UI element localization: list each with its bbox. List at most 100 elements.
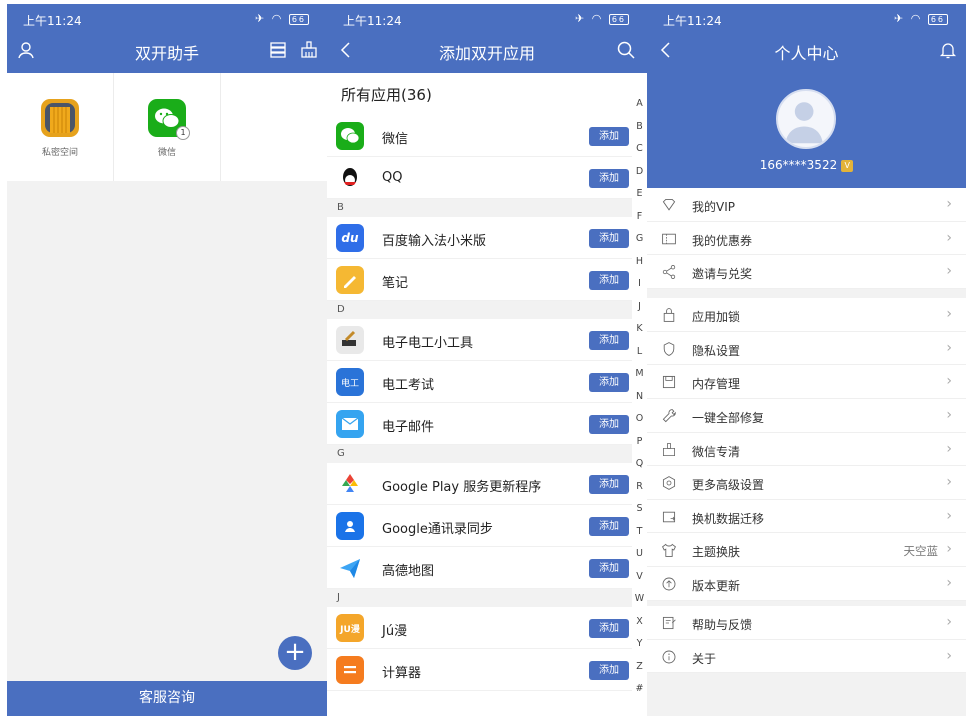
personal-center-screen: 上午11:24 ✈ ◠ 66 个人中心 166****3522 V 我的VIP › 我… — [647, 4, 966, 716]
menu-item[interactable]: 邀请与兑奖 › — [647, 255, 966, 290]
menu-item[interactable]: 我的VIP › — [647, 188, 966, 222]
chevron-right-icon: › — [946, 614, 952, 630]
app-list-item[interactable]: Google Play 服务更新程序 添加 — [327, 463, 632, 505]
alphabet-letter[interactable]: H — [632, 251, 647, 274]
clean-broom-icon[interactable] — [298, 39, 320, 61]
google-play-icon — [336, 470, 364, 498]
add-button[interactable]: 添加 — [589, 169, 629, 188]
app-list-item[interactable]: 电子电工小工具 添加 — [327, 319, 632, 361]
menu-label: 关于 — [692, 651, 717, 666]
app-private-space[interactable]: 私密空间 — [7, 73, 114, 181]
alphabet-letter[interactable]: G — [632, 228, 647, 251]
lock-icon — [659, 305, 679, 325]
menu-label: 主题换肤 — [692, 545, 741, 560]
chevron-right-icon: › — [946, 373, 952, 390]
notification-badge: 1 — [176, 126, 190, 140]
menu-item[interactable]: 换机数据迁移 › — [647, 500, 966, 534]
alphabet-letter[interactable]: P — [632, 431, 647, 454]
chevron-right-icon: › — [946, 575, 952, 592]
header-bar: 上午11:24 ✈ ◠ 66 个人中心 — [647, 4, 966, 73]
battery-icon: 66 — [927, 13, 948, 25]
add-button[interactable]: 添加 — [589, 331, 629, 350]
add-button[interactable]: 添加 — [589, 619, 629, 638]
alphabet-letter[interactable]: R — [632, 476, 647, 499]
alphabet-letter[interactable]: E — [632, 183, 647, 206]
menu-item[interactable]: 应用加锁 › — [647, 298, 966, 332]
add-button[interactable]: 添加 — [589, 373, 629, 392]
app-list-item[interactable]: 笔记 添加 — [327, 259, 632, 301]
menu-item[interactable]: 隐私设置 › — [647, 332, 966, 366]
menu-item[interactable]: 更多高级设置 › — [647, 466, 966, 500]
add-button[interactable]: 添加 — [589, 271, 629, 290]
alphabet-letter[interactable]: # — [632, 678, 647, 701]
menu-item[interactable]: 微信专清 › — [647, 433, 966, 467]
alphabet-letter[interactable]: Q — [632, 453, 647, 476]
alphabet-letter[interactable]: N — [632, 386, 647, 409]
app-wechat[interactable]: 1 微信 — [114, 73, 221, 181]
vip-diamond-icon — [659, 195, 679, 215]
contacts-icon — [336, 512, 364, 540]
alphabet-letter[interactable]: Y — [632, 633, 647, 656]
menu-label: 我的优惠券 — [692, 233, 753, 248]
add-button[interactable]: 添加 — [589, 661, 629, 680]
add-button[interactable]: 添加 — [589, 127, 629, 146]
menu-item[interactable]: 版本更新 › — [647, 567, 966, 601]
alphabet-letter[interactable]: X — [632, 611, 647, 634]
app-list-item[interactable]: JU漫 Jú漫 添加 — [327, 607, 632, 649]
alphabet-letter[interactable]: S — [632, 498, 647, 521]
alphabet-letter[interactable]: D — [632, 161, 647, 184]
alphabet-index[interactable]: A B C D E F G H I J K L M N O P Q R S T U V W X Y Z # — [632, 93, 647, 701]
app-name: Jú漫 — [382, 624, 408, 639]
page-title: 添加双开应用 — [438, 44, 535, 63]
app-list-item[interactable]: 电子邮件 添加 — [327, 403, 632, 445]
menu-item[interactable]: 关于 › — [647, 640, 966, 674]
app-list-item[interactable]: 电工 电工考试 添加 — [327, 361, 632, 403]
alphabet-letter[interactable]: T — [632, 521, 647, 544]
tools-icon — [336, 326, 364, 354]
add-app-fab[interactable]: + — [278, 636, 312, 670]
alphabet-letter[interactable]: K — [632, 318, 647, 341]
app-name: 笔记 — [382, 276, 409, 291]
app-list-item[interactable]: 高德地图 添加 — [327, 547, 632, 589]
add-button[interactable]: 添加 — [589, 415, 629, 434]
add-button[interactable]: 添加 — [589, 229, 629, 248]
chevron-right-icon: › — [946, 440, 952, 457]
alphabet-letter[interactable]: L — [632, 341, 647, 364]
menu-item[interactable]: 帮助与反馈 › — [647, 606, 966, 640]
add-button[interactable]: 添加 — [589, 559, 629, 578]
app-list-item[interactable]: Google通讯录同步 添加 — [327, 505, 632, 547]
add-button[interactable]: 添加 — [589, 475, 629, 494]
alphabet-letter[interactable]: F — [632, 206, 647, 229]
avatar[interactable] — [776, 89, 836, 149]
menu-item[interactable]: 一键全部修复 › — [647, 399, 966, 433]
alphabet-letter[interactable]: V — [632, 566, 647, 589]
bell-icon[interactable] — [937, 39, 959, 61]
app-name: QQ — [382, 170, 403, 185]
alphabet-letter[interactable]: J — [632, 296, 647, 319]
alphabet-letter[interactable]: M — [632, 363, 647, 386]
menu-item[interactable]: 我的优惠券 › — [647, 222, 966, 256]
list-icon[interactable] — [267, 39, 289, 61]
menu-item[interactable]: 主题换肤 天空蓝 › — [647, 533, 966, 568]
alphabet-letter[interactable]: U — [632, 543, 647, 566]
add-button[interactable]: 添加 — [589, 517, 629, 536]
chevron-right-icon: › — [946, 541, 952, 558]
app-list-item[interactable]: 微信 添加 — [327, 115, 632, 157]
customer-service-button[interactable]: 客服咨询 — [7, 681, 327, 716]
chevron-right-icon: › — [946, 306, 952, 322]
alphabet-letter[interactable]: Z — [632, 656, 647, 679]
alphabet-letter[interactable]: O — [632, 408, 647, 431]
app-list-item[interactable]: 计算器 添加 — [327, 649, 632, 691]
chevron-right-icon: › — [946, 407, 952, 424]
search-icon[interactable] — [615, 39, 637, 61]
menu-label: 我的VIP — [692, 200, 735, 214]
app-list-item[interactable]: QQ 添加 — [327, 157, 632, 199]
menu-item[interactable]: 内存管理 › — [647, 365, 966, 400]
alphabet-letter[interactable]: A — [632, 93, 647, 116]
alphabet-letter[interactable]: C — [632, 138, 647, 161]
app-list-item[interactable]: du 百度输入法小米版 添加 — [327, 217, 632, 259]
alphabet-letter[interactable]: B — [632, 116, 647, 139]
alphabet-letter[interactable]: I — [632, 273, 647, 296]
alphabet-letter[interactable]: W — [632, 588, 647, 611]
app-count-title: 所有应用(36) — [341, 86, 432, 104]
